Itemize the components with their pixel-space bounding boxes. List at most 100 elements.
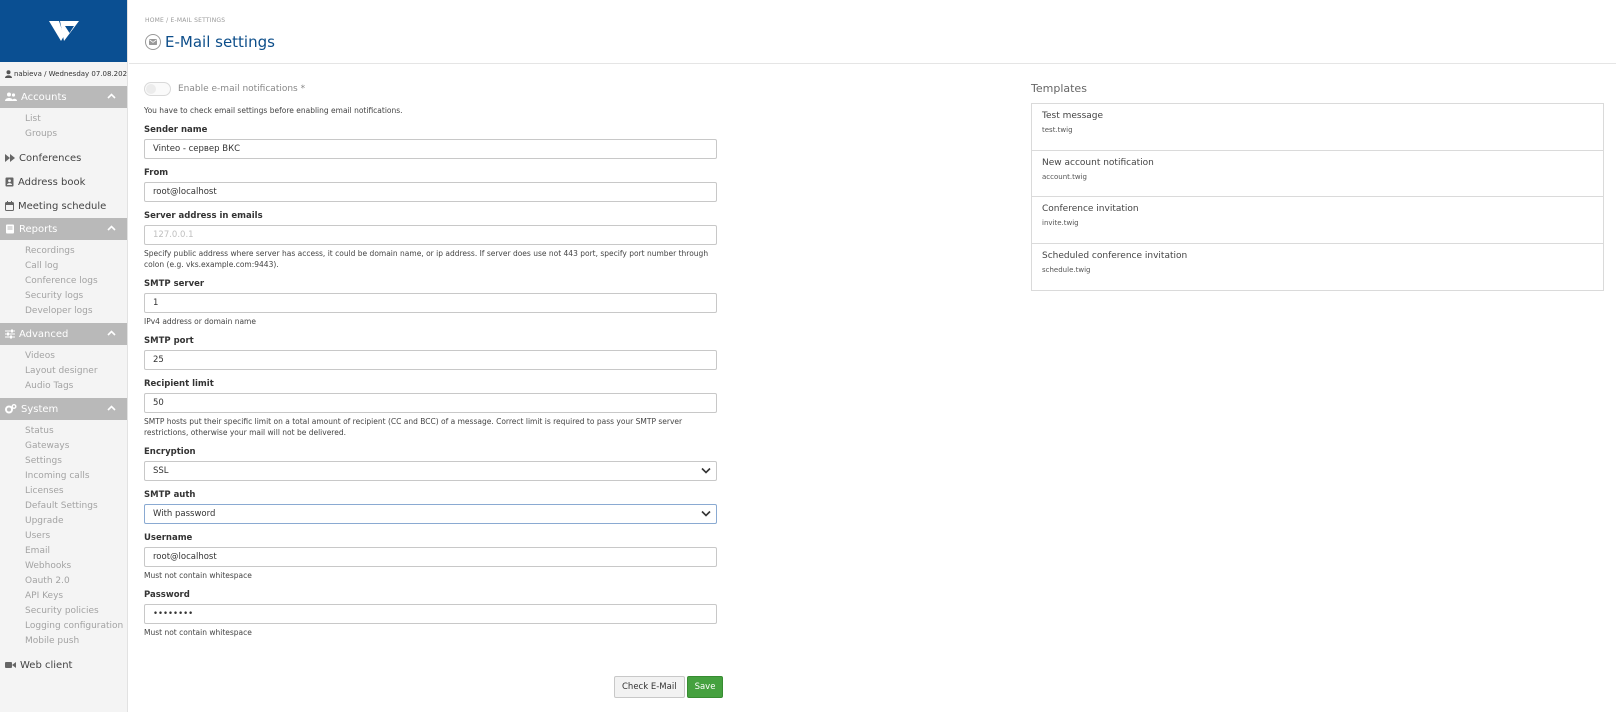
server-address-input[interactable] [144,225,717,245]
sidebar-item-logging-configuration[interactable]: Logging configuration [25,619,127,634]
password-hint: Must not contain whitespace [144,628,252,637]
address-book-icon [5,177,14,187]
smtp-auth-value[interactable] [144,504,717,524]
smtp-auth-label: SMTP auth [144,490,196,500]
sidebar-item-audio-tags[interactable]: Audio Tags [25,379,127,394]
chevron-up-icon [107,405,116,411]
encryption-value[interactable] [144,461,717,481]
encryption-select[interactable] [144,461,718,481]
breadcrumb-home[interactable]: HOME [145,17,164,24]
save-button[interactable]: Save [686,676,724,698]
sidebar-item-upgrade[interactable]: Upgrade [25,514,127,529]
sliders-icon [5,329,15,339]
sidebar-item-label: Meeting schedule [18,200,107,212]
user-info: nabieva / Wednesday 07.08.2024 13:51 [0,62,127,86]
sidebar-item-status[interactable]: Status [25,424,127,439]
sidebar-item-call-log[interactable]: Call log [25,259,127,274]
templates-title: Templates [1031,82,1087,95]
sidebar-item-licenses[interactable]: Licenses [25,484,127,499]
smtp-server-hint: IPv4 address or domain name [144,317,256,326]
users-icon [5,92,17,101]
sidebar-item-webhooks[interactable]: Webhooks [25,559,127,574]
breadcrumb-separator: / [166,17,169,24]
smtp-auth-select[interactable] [144,504,718,524]
template-file: account.twig [1042,172,1087,181]
sidebar-item-mobile-push[interactable]: Mobile push [25,634,127,649]
sidebar-item-security-policies[interactable]: Security policies [25,604,127,619]
sidebar-item-default-settings[interactable]: Default Settings [25,499,127,514]
sidebar-item-conferences[interactable]: Conferences [0,146,127,170]
sidebar-section-system[interactable]: System [0,398,127,420]
reports-submenu: Recordings Call log Conference logs Secu… [0,240,127,323]
title-row: E-Mail settings [145,33,275,51]
username-input[interactable] [144,547,717,567]
recipient-limit-input[interactable] [144,393,717,413]
sidebar-item-label: Web client [20,659,73,671]
check-email-button[interactable]: Check E-Mail [614,676,685,698]
recipient-limit-hint: SMTP hosts put their specific limit on a… [144,417,683,437]
sidebar-section-label: Reports [19,223,58,235]
sidebar-item-label: Conferences [19,152,82,164]
server-address-label: Server address in emails [144,211,263,221]
smtp-server-input[interactable] [144,293,717,313]
template-name: Test message [1042,111,1104,121]
enable-notifications-label: Enable e-mail notifications * [178,84,306,94]
smtp-port-label: SMTP port [144,336,194,346]
logo-icon [48,21,79,41]
recipient-limit-label: Recipient limit [144,379,214,389]
template-name: Scheduled conference invitation [1042,250,1188,261]
sidebar-item-recordings[interactable]: Recordings [25,244,127,259]
sidebar-item-developer-logs[interactable]: Developer logs [25,304,127,319]
sidebar-section-accounts[interactable]: Accounts [0,86,127,108]
username-hint: Must not contain whitespace [144,571,252,580]
sidebar-item-settings[interactable]: Settings [25,454,127,469]
from-label: From [144,168,169,178]
sidebar-item-list[interactable]: List [25,112,127,127]
password-input[interactable] [144,604,717,624]
smtp-port-input[interactable] [144,350,717,370]
sidebar-item-meeting-schedule[interactable]: Meeting schedule [0,194,127,218]
sidebar-item-conference-logs[interactable]: Conference logs [25,274,127,289]
sidebar-item-videos[interactable]: Videos [25,349,127,364]
gears-icon [5,404,17,414]
enable-notifications-hint: You have to check email settings before … [144,106,403,115]
user-line: nabieva / Wednesday 07.08.2024 13:51 [14,70,127,78]
sidebar-item-gateways[interactable]: Gateways [25,439,127,454]
sidebar-item-security-logs[interactable]: Security logs [25,289,127,304]
sidebar-section-advanced[interactable]: Advanced [0,323,127,345]
user-icon [5,70,12,78]
sidebar-item-layout-designer[interactable]: Layout designer [25,364,127,379]
encryption-label: Encryption [144,447,196,457]
template-item-test[interactable]: Test message test.twig [1032,104,1603,151]
book-icon [6,224,14,234]
enable-notifications-toggle[interactable] [144,82,171,96]
sidebar-section-reports[interactable]: Reports [0,218,127,240]
sidebar-item-api-keys[interactable]: API Keys [25,589,127,604]
template-file: schedule.twig [1042,265,1091,274]
chevron-up-icon [107,330,116,336]
chevron-up-icon [107,93,116,99]
template-file: test.twig [1042,126,1073,134]
sidebar: nabieva / Wednesday 07.08.2024 13:51 Acc… [0,0,128,712]
sidebar-item-incoming-calls[interactable]: Incoming calls [25,469,127,484]
enable-notifications-row: Enable e-mail notifications * [144,79,718,99]
envelope-icon [145,34,161,50]
vinteo-logo[interactable] [0,0,127,62]
template-item-schedule[interactable]: Scheduled conference invitation schedule… [1032,244,1603,291]
sidebar-item-groups[interactable]: Groups [25,127,127,142]
sidebar-item-email[interactable]: Email [25,544,127,559]
chevron-up-icon [107,225,116,231]
sidebar-section-label: Advanced [19,328,69,340]
template-file: invite.twig [1042,219,1079,227]
template-item-account[interactable]: New account notification account.twig [1032,151,1603,197]
fast-forward-icon [5,154,15,162]
from-input[interactable] [144,182,717,202]
sidebar-item-oauth[interactable]: Oauth 2.0 [25,574,127,589]
sender-name-input[interactable] [144,139,717,159]
template-item-invite[interactable]: Conference invitation invite.twig [1032,197,1603,244]
sidebar-item-web-client[interactable]: Web client [0,653,127,677]
email-settings-form: Enable e-mail notifications * You have t… [144,76,718,638]
sender-name-label: Sender name [144,125,208,135]
sidebar-item-address-book[interactable]: Address book [0,170,127,194]
sidebar-item-users[interactable]: Users [25,529,127,544]
